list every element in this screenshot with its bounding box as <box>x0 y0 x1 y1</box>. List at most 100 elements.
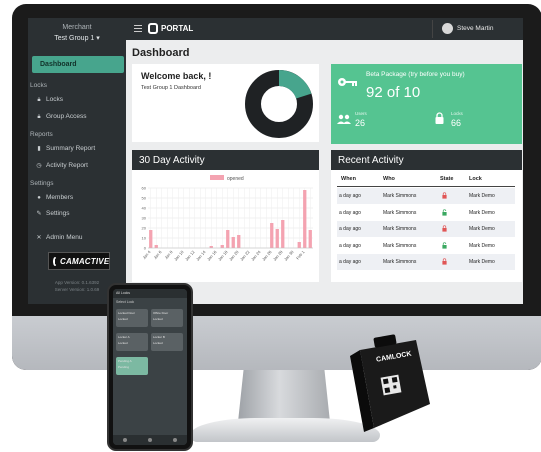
beta-package-card: Beta Package (try before you buy) 92 of … <box>331 64 522 144</box>
bar-chart-icon: ▮ <box>37 145 41 152</box>
lock-tile[interactable]: Office Door Locked <box>151 309 183 327</box>
lock-tile-name: Office Door <box>153 311 169 315</box>
x-tick-label: Jan 4 <box>141 249 152 260</box>
sidebar-item-members[interactable]: ● Members <box>36 194 73 201</box>
sidebar-item-label: Summary Report <box>46 145 96 152</box>
portal-logo-icon <box>148 23 158 34</box>
table-row[interactable]: a day ago Mark Simmons Mark Demo <box>337 221 515 237</box>
x-tick-label: Jan 10 <box>173 249 185 262</box>
x-tick-label: Jan 24 <box>250 249 262 262</box>
avatar[interactable] <box>442 23 453 34</box>
nav-locks-icon[interactable] <box>147 438 152 442</box>
cell-who: Mark Simmons <box>383 209 417 216</box>
camlock-device: CAMLOCK <box>350 334 430 432</box>
activity-bar-chart: opened0102030405060Jan 4 Jan 6 Jan 8 Jan 10… <box>141 175 313 262</box>
lock-tile-state: Pending <box>118 365 130 369</box>
users-icon <box>337 114 351 124</box>
monitor-chin <box>12 316 541 370</box>
sidebar-item-dashboard[interactable]: Dashboard <box>32 56 124 73</box>
lock-tile-state: Locked <box>153 317 163 321</box>
users-icon: ● <box>37 194 41 201</box>
cell-who: Mark Simmons <box>383 193 417 199</box>
bar <box>237 235 241 248</box>
portal-title: PORTAL <box>161 24 194 33</box>
users-value: 26 <box>355 118 366 128</box>
sidebar-item-settings[interactable]: ✎ Settings <box>36 210 69 217</box>
x-tick-label: Jan 26 <box>261 249 273 262</box>
bar <box>226 230 230 248</box>
column-header-who[interactable]: Who <box>383 176 395 182</box>
column-header-lock[interactable]: Lock <box>469 176 482 182</box>
column-header-state[interactable]: State <box>440 176 453 182</box>
sidebar-item-group-access[interactable]: 🔒︎ Group Access <box>36 113 86 120</box>
lock-tile-state: Locked <box>118 341 128 345</box>
y-tick-label: 60 <box>142 186 147 191</box>
sidebar-section-settings: Settings <box>30 180 54 187</box>
lock-icon: 🔒︎ <box>37 113 41 120</box>
divider <box>432 20 433 38</box>
lock-tile[interactable]: Locked Door Locked <box>116 309 148 327</box>
monitor-screen: Merchant Test Group 1 ▾ Dashboard Locks … <box>28 18 523 304</box>
x-tick-label: Jan 30 <box>283 249 295 262</box>
group-select[interactable]: Test Group 1 ▾ <box>28 31 126 42</box>
phone-header: All Locks <box>113 289 187 298</box>
phone-subheader: Select Lock <box>116 300 135 304</box>
sidebar-item-locks[interactable]: 🔒︎ Locks <box>36 96 63 103</box>
sidebar: Merchant Test Group 1 ▾ Dashboard Locks … <box>28 18 126 304</box>
phone-screen: All Locks Select Lock Locked Door Locked O… <box>113 289 187 445</box>
activity-title: 30 Day Activity <box>132 150 319 170</box>
camactive-logo: CAMACTIVE <box>48 252 110 270</box>
lock-icon <box>435 112 444 124</box>
lock-tile[interactable]: Pending A Pending <box>116 357 148 375</box>
locks-label: Locks <box>451 111 463 116</box>
x-tick-label: Jan 16 <box>206 249 218 262</box>
bar <box>297 242 301 248</box>
lock-icon: 🔒︎ <box>37 96 41 103</box>
y-tick-label: 10 <box>142 236 147 241</box>
x-tick-label: Jan 12 <box>184 249 196 262</box>
cell-lock: Mark Demo <box>469 259 495 265</box>
x-tick-label: Jan 28 <box>272 249 284 262</box>
bar <box>220 245 224 248</box>
table-row[interactable]: a day ago Mark Simmons Mark Demo <box>337 188 515 204</box>
user-name[interactable]: Steve Martin <box>457 25 494 32</box>
monitor-stand-neck <box>238 370 330 422</box>
tools-icon: ✕ <box>36 234 42 241</box>
locks-value: 66 <box>451 118 462 128</box>
locked-icon <box>442 192 447 199</box>
lock-tile-name: Locker B <box>153 335 165 339</box>
phone-bottom-nav <box>113 435 187 445</box>
sidebar-item-summary-report[interactable]: ▮ Summary Report <box>36 145 95 152</box>
x-tick-label: Jan 14 <box>195 249 207 262</box>
lock-tile-state: Locked <box>118 317 128 321</box>
sidebar-item-admin-menu[interactable]: ✕ Admin Menu <box>36 234 83 241</box>
unlocked-icon <box>442 208 447 216</box>
lock-tile[interactable]: Locker A Locked <box>116 333 148 351</box>
lock-tile[interactable]: Locker B Locked <box>151 333 183 351</box>
x-tick-label: Feb 1 <box>295 249 306 261</box>
clock-icon: ◷ <box>36 162 42 169</box>
cell-lock: Mark Demo <box>469 193 495 199</box>
sidebar-item-activity-report[interactable]: ◷ Activity Report <box>36 162 88 169</box>
table-row[interactable]: a day ago Mark Simmons Mark Demo <box>337 254 515 270</box>
nav-home-icon[interactable] <box>123 438 128 442</box>
camactive-logo-mark-icon <box>53 256 57 266</box>
sidebar-item-label: Admin Menu <box>46 234 83 241</box>
welcome-title: Welcome back, ! <box>141 71 212 81</box>
camactive-logo-text: CAMACTIVE <box>60 256 110 266</box>
users-label: Users <box>355 111 367 116</box>
product-showcase: Merchant Test Group 1 ▾ Dashboard Locks … <box>0 0 541 452</box>
cell-lock: Mark Demo <box>469 209 495 216</box>
x-tick-label: Jan 6 <box>152 249 163 260</box>
column-header-when[interactable]: When <box>341 176 356 182</box>
bar <box>149 230 153 248</box>
phone: All Locks Select Lock Locked Door Locked O… <box>107 283 193 451</box>
table-row[interactable]: a day ago Mark Simmons Mark Demo <box>337 205 515 221</box>
bar <box>270 223 274 248</box>
recent-activity-card: Recent Activity When Who State Lock a da… <box>331 150 522 282</box>
nav-settings-icon[interactable] <box>172 438 177 442</box>
cell-when: a day ago <box>339 193 361 199</box>
hamburger-menu-icon[interactable] <box>134 25 142 32</box>
sidebar-item-label: Group Access <box>46 113 87 120</box>
table-row[interactable]: a day ago Mark Simmons Mark Demo <box>337 238 515 254</box>
